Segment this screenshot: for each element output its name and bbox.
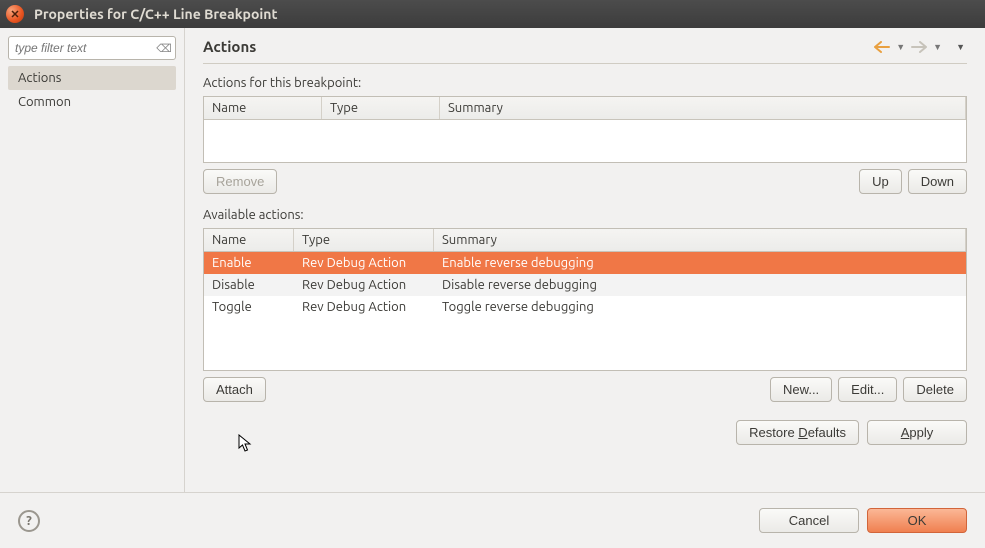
cell-summary: Toggle reverse debugging: [434, 296, 966, 318]
footer: ? Cancel OK: [0, 492, 985, 548]
available-table-body[interactable]: EnableRev Debug ActionEnable reverse deb…: [204, 252, 966, 370]
edit-button[interactable]: Edit...: [838, 377, 897, 402]
cell-type: Rev Debug Action: [294, 274, 434, 296]
sidebar-item-actions[interactable]: Actions: [8, 66, 176, 90]
back-button[interactable]: [874, 41, 890, 53]
up-button[interactable]: Up: [859, 169, 902, 194]
column-header-name[interactable]: Name: [204, 97, 322, 119]
cell-type: Rev Debug Action: [294, 252, 434, 274]
arrow-right-icon: [911, 41, 927, 53]
arrow-left-icon: [874, 41, 890, 53]
actions-table-body[interactable]: [204, 120, 966, 162]
cell-summary: Disable reverse debugging: [434, 274, 966, 296]
page-title: Actions: [203, 38, 874, 55]
titlebar: Properties for C/C++ Line Breakpoint: [0, 0, 985, 28]
column-header-summary[interactable]: Summary: [440, 97, 966, 119]
table-row[interactable]: EnableRev Debug ActionEnable reverse deb…: [204, 252, 966, 274]
cancel-button[interactable]: Cancel: [759, 508, 859, 533]
view-menu-dropdown[interactable]: ▼: [954, 42, 967, 52]
back-menu-dropdown[interactable]: ▼: [894, 42, 907, 52]
close-icon: [11, 10, 19, 18]
down-button[interactable]: Down: [908, 169, 967, 194]
cell-name: Disable: [204, 274, 294, 296]
close-button[interactable]: [6, 5, 24, 23]
column-header-summary[interactable]: Summary: [434, 229, 966, 251]
available-section-label: Available actions:: [203, 208, 967, 222]
help-button[interactable]: ?: [18, 510, 40, 532]
cell-summary: Enable reverse debugging: [434, 252, 966, 274]
available-table: Name Type Summary EnableRev Debug Action…: [203, 228, 967, 371]
forward-menu-dropdown[interactable]: ▼: [931, 42, 944, 52]
clear-filter-icon[interactable]: ⌫: [156, 40, 172, 56]
header-divider: [203, 63, 967, 64]
column-header-name[interactable]: Name: [204, 229, 294, 251]
ok-button[interactable]: OK: [867, 508, 967, 533]
cell-name: Enable: [204, 252, 294, 274]
attach-button[interactable]: Attach: [203, 377, 266, 402]
cell-name: Toggle: [204, 296, 294, 318]
actions-table: Name Type Summary: [203, 96, 967, 163]
actions-section-label: Actions for this breakpoint:: [203, 76, 967, 90]
column-header-type[interactable]: Type: [294, 229, 434, 251]
forward-button[interactable]: [911, 41, 927, 53]
apply-button[interactable]: Apply: [867, 420, 967, 445]
table-row[interactable]: ToggleRev Debug ActionToggle reverse deb…: [204, 296, 966, 318]
table-row[interactable]: DisableRev Debug ActionDisable reverse d…: [204, 274, 966, 296]
cell-type: Rev Debug Action: [294, 296, 434, 318]
restore-defaults-button[interactable]: Restore Defaults: [736, 420, 859, 445]
delete-button[interactable]: Delete: [903, 377, 967, 402]
category-list: ActionsCommon: [8, 66, 176, 114]
sidebar: ⌫ ActionsCommon: [0, 28, 185, 492]
new-button[interactable]: New...: [770, 377, 832, 402]
window-title: Properties for C/C++ Line Breakpoint: [34, 6, 278, 22]
filter-input[interactable]: [8, 36, 176, 60]
remove-button[interactable]: Remove: [203, 169, 277, 194]
column-header-type[interactable]: Type: [322, 97, 440, 119]
sidebar-item-common[interactable]: Common: [8, 90, 176, 114]
